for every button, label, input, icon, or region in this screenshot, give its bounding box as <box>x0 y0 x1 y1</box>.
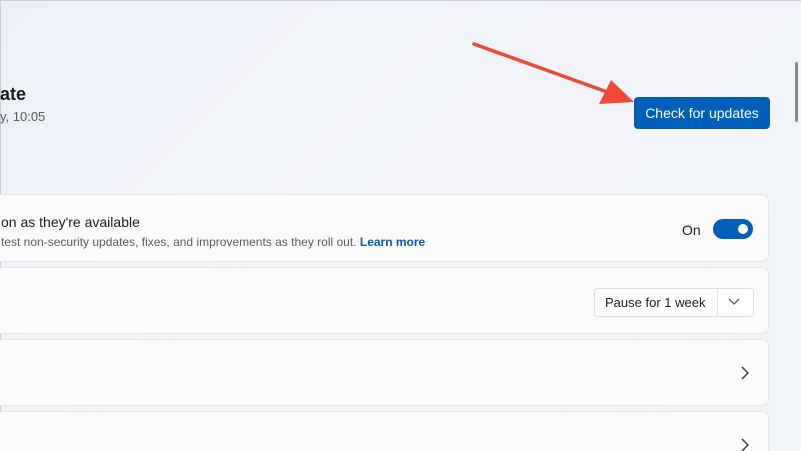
latest-updates-card: on as they're available test non-securit… <box>0 194 769 262</box>
settings-row-card[interactable] <box>0 339 769 406</box>
latest-updates-description: test non-security updates, fixes, and im… <box>1 235 425 249</box>
pause-duration-value: Pause for 1 week <box>605 295 706 310</box>
chevron-right-icon <box>741 366 749 380</box>
update-status-title: ate <box>0 84 27 104</box>
latest-updates-toggle[interactable] <box>713 219 753 239</box>
annotation-arrow-icon <box>472 42 634 104</box>
latest-updates-title: on as they're available <box>1 214 140 230</box>
pause-updates-card: Pause for 1 week <box>0 267 769 334</box>
toggle-knob <box>738 224 748 234</box>
chevron-down-icon <box>728 298 740 305</box>
chevron-right-icon <box>741 438 749 451</box>
check-for-updates-button[interactable]: Check for updates <box>634 97 770 129</box>
pause-duration-dropdown[interactable]: Pause for 1 week <box>594 288 754 317</box>
settings-row-card[interactable] <box>0 411 769 451</box>
scrollbar-thumb[interactable] <box>795 62 798 122</box>
latest-updates-description-text: test non-security updates, fixes, and im… <box>1 235 357 249</box>
last-checked-time: y, 10:05 <box>0 109 46 124</box>
dropdown-divider <box>717 289 718 316</box>
toggle-state-label: On <box>682 222 701 238</box>
learn-more-link[interactable]: Learn more <box>360 235 425 249</box>
